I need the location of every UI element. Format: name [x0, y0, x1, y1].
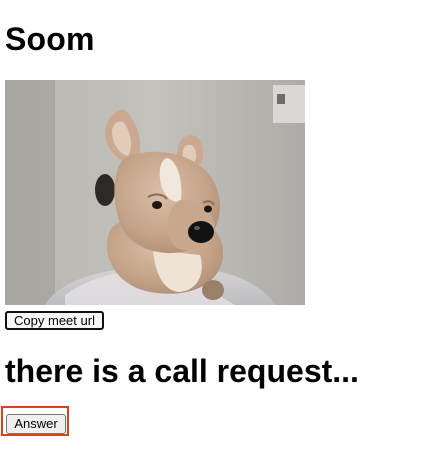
video-feed-image: [5, 80, 305, 305]
answer-button[interactable]: Answer: [6, 414, 66, 434]
call-request-heading: there is a call request...: [5, 353, 359, 389]
page-title: Soom: [5, 21, 95, 57]
page: Soom Copy meet url there is a call reque…: [0, 0, 430, 462]
video-feed: [5, 80, 305, 305]
copy-meet-url-button[interactable]: Copy meet url: [5, 311, 104, 330]
